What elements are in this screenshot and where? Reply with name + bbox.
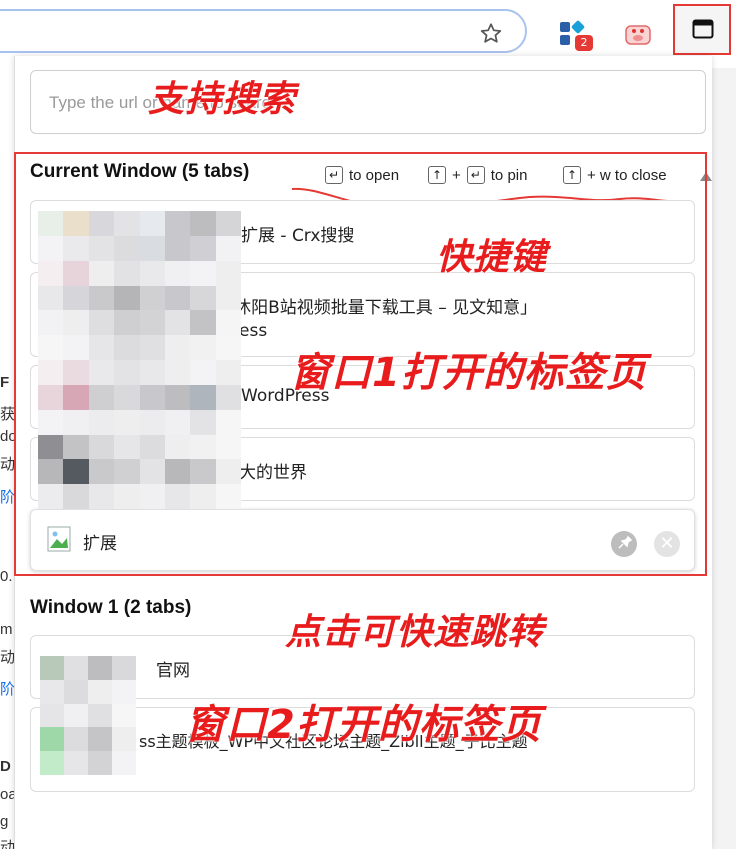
hint-open-label: to open xyxy=(349,166,400,184)
page-fragment: 获 xyxy=(0,406,16,423)
tab-title-line2: ess xyxy=(239,321,268,341)
hint-pin-label: to pin xyxy=(490,166,528,184)
scroll-up-arrow-icon[interactable] xyxy=(700,172,712,181)
page-fragment: 阶 xyxy=(0,489,16,506)
bookmark-star-icon[interactable] xyxy=(478,21,504,47)
page-fragment: g xyxy=(0,813,9,830)
pig-extension-icon[interactable] xyxy=(623,20,653,48)
hint-pin: ↑ + ↵ to pin xyxy=(428,164,527,186)
page-fragment: 阶 xyxy=(0,681,16,698)
pixelated-redaction xyxy=(40,656,136,775)
pin-icon[interactable] xyxy=(611,531,637,557)
annotation-click-jump: 点击可快速跳转 xyxy=(285,612,545,653)
page-fragment: m xyxy=(0,621,13,638)
pixelated-redaction xyxy=(38,211,241,509)
hint-close: ↑ + w to close xyxy=(563,164,667,186)
page-fragment: 动 xyxy=(0,456,16,473)
annotation-shortcuts: 快捷键 xyxy=(436,237,548,278)
close-tab-icon[interactable]: ✕ xyxy=(654,531,680,557)
tab-title: 官网 xyxy=(156,661,190,681)
shift-key-icon: ↑ xyxy=(563,166,581,184)
extension-icon[interactable]: 2 xyxy=(557,19,593,53)
annotation-window1-tabs: 窗口1打开的标签页 xyxy=(290,350,647,396)
window1-title: Window 1 (2 tabs) xyxy=(30,597,192,618)
annotation-window2-tabs: 窗口2打开的标签页 xyxy=(185,702,542,748)
tab-title: 扩展 xyxy=(83,534,117,554)
enter-key-icon: ↵ xyxy=(325,166,343,184)
hint-close-label: + w to close xyxy=(587,166,667,184)
annotation-search: 支持搜索 xyxy=(148,79,297,120)
page-fragment: F xyxy=(0,374,10,391)
window-icon xyxy=(692,19,714,39)
address-bar[interactable] xyxy=(0,9,527,53)
hint-open: ↵ to open xyxy=(325,164,399,186)
page-fragment: 0. xyxy=(0,568,13,585)
tab-title: 大的世界 xyxy=(239,463,307,483)
search-box[interactable] xyxy=(30,70,706,134)
shift-key-icon: ↑ xyxy=(428,166,446,184)
page-fragment: 动 xyxy=(0,839,16,849)
tab-manager-extension-button[interactable] xyxy=(673,4,731,55)
current-window-title: Current Window (5 tabs) xyxy=(30,161,250,182)
tab-title: | 沐阳B站视频批量下载工具 – 见文知意」 xyxy=(223,298,538,318)
tab-title: 扩展 - Crx搜搜 xyxy=(241,226,355,246)
search-input[interactable] xyxy=(47,89,671,117)
enter-key-icon: ↵ xyxy=(466,166,485,184)
page-fragment: 动 xyxy=(0,649,16,666)
broken-image-icon xyxy=(47,526,71,557)
extension-badge: 2 xyxy=(575,35,593,51)
page-fragment: D xyxy=(0,758,11,775)
hint-plus: + xyxy=(452,166,461,184)
tab-card-active[interactable]: 扩展 xyxy=(30,509,695,571)
